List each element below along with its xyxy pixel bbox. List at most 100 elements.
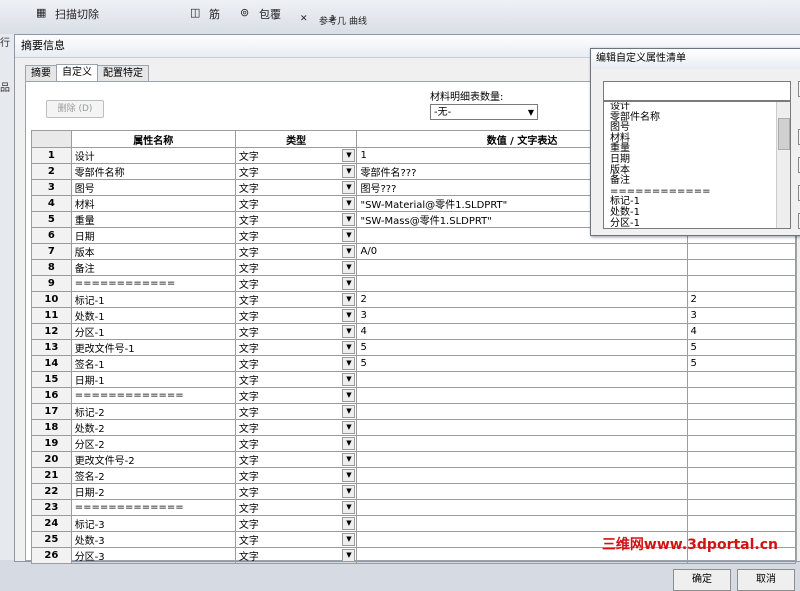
table-row[interactable]: 8 备注 文字 ▼: [31, 259, 797, 276]
property-name-cell[interactable]: 分区-3: [70, 547, 236, 564]
chevron-down-icon[interactable]: ▼: [342, 325, 356, 338]
property-name-cell[interactable]: 设计: [70, 147, 236, 164]
chevron-down-icon[interactable]: ▼: [342, 389, 356, 402]
type-cell[interactable]: 文字 ▼: [234, 403, 358, 420]
property-name-cell[interactable]: 日期-2: [70, 483, 236, 500]
evaluated-value-cell[interactable]: [686, 419, 797, 436]
evaluated-value-cell[interactable]: 4: [686, 323, 797, 340]
property-name-cell[interactable]: 分区-2: [70, 435, 236, 452]
property-name-cell[interactable]: =============: [70, 499, 236, 516]
property-list-item[interactable]: 图号: [607, 123, 790, 134]
property-name-cell[interactable]: 图号: [70, 179, 236, 196]
chevron-down-icon[interactable]: ▼: [342, 549, 356, 562]
column-header-type[interactable]: 类型: [234, 130, 358, 148]
chevron-down-icon[interactable]: ▼: [342, 229, 356, 242]
chevron-down-icon[interactable]: ▼: [342, 213, 356, 226]
evaluated-value-cell[interactable]: [686, 259, 797, 276]
evaluated-value-cell[interactable]: [686, 371, 797, 388]
value-expression-cell[interactable]: [356, 275, 688, 292]
value-expression-cell[interactable]: 5: [356, 355, 688, 372]
property-name-cell[interactable]: 签名-1: [70, 355, 236, 372]
list-scrollbar[interactable]: [776, 102, 790, 228]
chevron-down-icon[interactable]: ▼: [342, 485, 356, 498]
type-cell[interactable]: 文字 ▼: [234, 211, 358, 228]
scrollbar-thumb[interactable]: [778, 118, 790, 150]
value-expression-cell[interactable]: [356, 435, 688, 452]
type-cell[interactable]: 文字 ▼: [234, 179, 358, 196]
value-expression-cell[interactable]: [356, 403, 688, 420]
evaluated-value-cell[interactable]: [686, 387, 797, 404]
cancel-button[interactable]: 取消: [737, 569, 795, 591]
value-expression-cell[interactable]: [356, 515, 688, 532]
property-name-cell[interactable]: 日期-1: [70, 371, 236, 388]
table-row[interactable]: 14 签名-1 文字 ▼ 5 5: [31, 355, 797, 372]
table-row[interactable]: 18 处数-2 文字 ▼: [31, 419, 797, 436]
type-cell[interactable]: 文字 ▼: [234, 291, 358, 308]
value-expression-cell[interactable]: [356, 259, 688, 276]
chevron-down-icon[interactable]: ▼: [342, 149, 356, 162]
type-cell[interactable]: 文字 ▼: [234, 243, 358, 260]
property-list-item[interactable]: 重量: [607, 144, 790, 155]
chevron-down-icon[interactable]: ▼: [342, 517, 356, 530]
table-row[interactable]: 21 签名-2 文字 ▼: [31, 467, 797, 484]
evaluated-value-cell[interactable]: [686, 403, 797, 420]
property-list-item[interactable]: 处数-1: [607, 207, 790, 219]
type-cell[interactable]: 文字 ▼: [234, 163, 358, 180]
chevron-down-icon[interactable]: ▼: [342, 181, 356, 194]
evaluated-value-cell[interactable]: 2: [686, 291, 797, 308]
property-name-cell[interactable]: 处数-2: [70, 419, 236, 436]
property-name-cell[interactable]: 备注: [70, 259, 236, 276]
type-cell[interactable]: 文字 ▼: [234, 195, 358, 212]
type-cell[interactable]: 文字 ▼: [234, 483, 358, 500]
type-cell[interactable]: 文字 ▼: [234, 355, 358, 372]
ok-button[interactable]: 确定: [673, 569, 731, 591]
value-expression-cell[interactable]: [356, 467, 688, 484]
property-list-item[interactable]: 分区-1: [607, 218, 790, 228]
property-name-cell[interactable]: 标记-3: [70, 515, 236, 532]
evaluated-value-cell[interactable]: [686, 451, 797, 468]
bom-quantity-select[interactable]: -无- ▼: [430, 104, 538, 120]
property-name-cell[interactable]: 版本: [70, 243, 236, 260]
delete-button[interactable]: 删除 (D): [46, 100, 104, 118]
property-name-cell[interactable]: 零部件名称: [70, 163, 236, 180]
table-row[interactable]: 13 更改文件号-1 文字 ▼ 5 5: [31, 339, 797, 356]
property-list[interactable]: 设计 零部件名称 图号 材料 重量 日期 版本 备注 ============ 标记-1 处数-1 分…: [603, 101, 791, 229]
value-expression-cell[interactable]: [356, 451, 688, 468]
property-name-cell[interactable]: 标记-1: [70, 291, 236, 308]
chevron-down-icon[interactable]: ▼: [342, 245, 356, 258]
type-cell[interactable]: 文字 ▼: [234, 227, 358, 244]
property-name-cell[interactable]: 分区-1: [70, 323, 236, 340]
value-expression-cell[interactable]: A/0: [356, 243, 688, 260]
property-name-input[interactable]: [603, 81, 791, 101]
chevron-down-icon[interactable]: ▼: [342, 341, 356, 354]
evaluated-value-cell[interactable]: [686, 435, 797, 452]
property-name-cell[interactable]: ============: [70, 275, 236, 292]
table-row[interactable]: 10 标记-1 文字 ▼ 2 2: [31, 291, 797, 308]
value-expression-cell[interactable]: [356, 483, 688, 500]
property-list-item[interactable]: 材料: [607, 133, 790, 145]
curves-tool[interactable]: ∂ 曲线: [330, 14, 367, 36]
property-name-cell[interactable]: 更改文件号-1: [70, 339, 236, 356]
property-name-cell[interactable]: 材料: [70, 195, 236, 212]
tab-summary[interactable]: 摘要: [25, 65, 57, 82]
type-cell[interactable]: 文字 ▼: [234, 323, 358, 340]
table-row[interactable]: 22 日期-2 文字 ▼: [31, 483, 797, 500]
type-cell[interactable]: 文字 ▼: [234, 419, 358, 436]
property-name-cell[interactable]: 更改文件号-2: [70, 451, 236, 468]
column-header-name[interactable]: 属性名称: [70, 130, 236, 148]
type-cell[interactable]: 文字 ▼: [234, 547, 358, 564]
property-name-cell[interactable]: 处数-3: [70, 531, 236, 548]
type-cell[interactable]: 文字 ▼: [234, 387, 358, 404]
type-cell[interactable]: 文字 ▼: [234, 259, 358, 276]
type-cell[interactable]: 文字 ▼: [234, 435, 358, 452]
table-row[interactable]: 20 更改文件号-2 文字 ▼: [31, 451, 797, 468]
evaluated-value-cell[interactable]: [686, 467, 797, 484]
evaluated-value-cell[interactable]: 5: [686, 339, 797, 356]
evaluated-value-cell[interactable]: [686, 243, 797, 260]
evaluated-value-cell[interactable]: 3: [686, 307, 797, 324]
chevron-down-icon[interactable]: ▼: [342, 501, 356, 514]
chevron-down-icon[interactable]: ▼: [342, 293, 356, 306]
type-cell[interactable]: 文字 ▼: [234, 531, 358, 548]
rib-tool[interactable]: ◫ 筋: [190, 6, 220, 28]
tab-configuration-specific[interactable]: 配置特定: [97, 65, 149, 82]
